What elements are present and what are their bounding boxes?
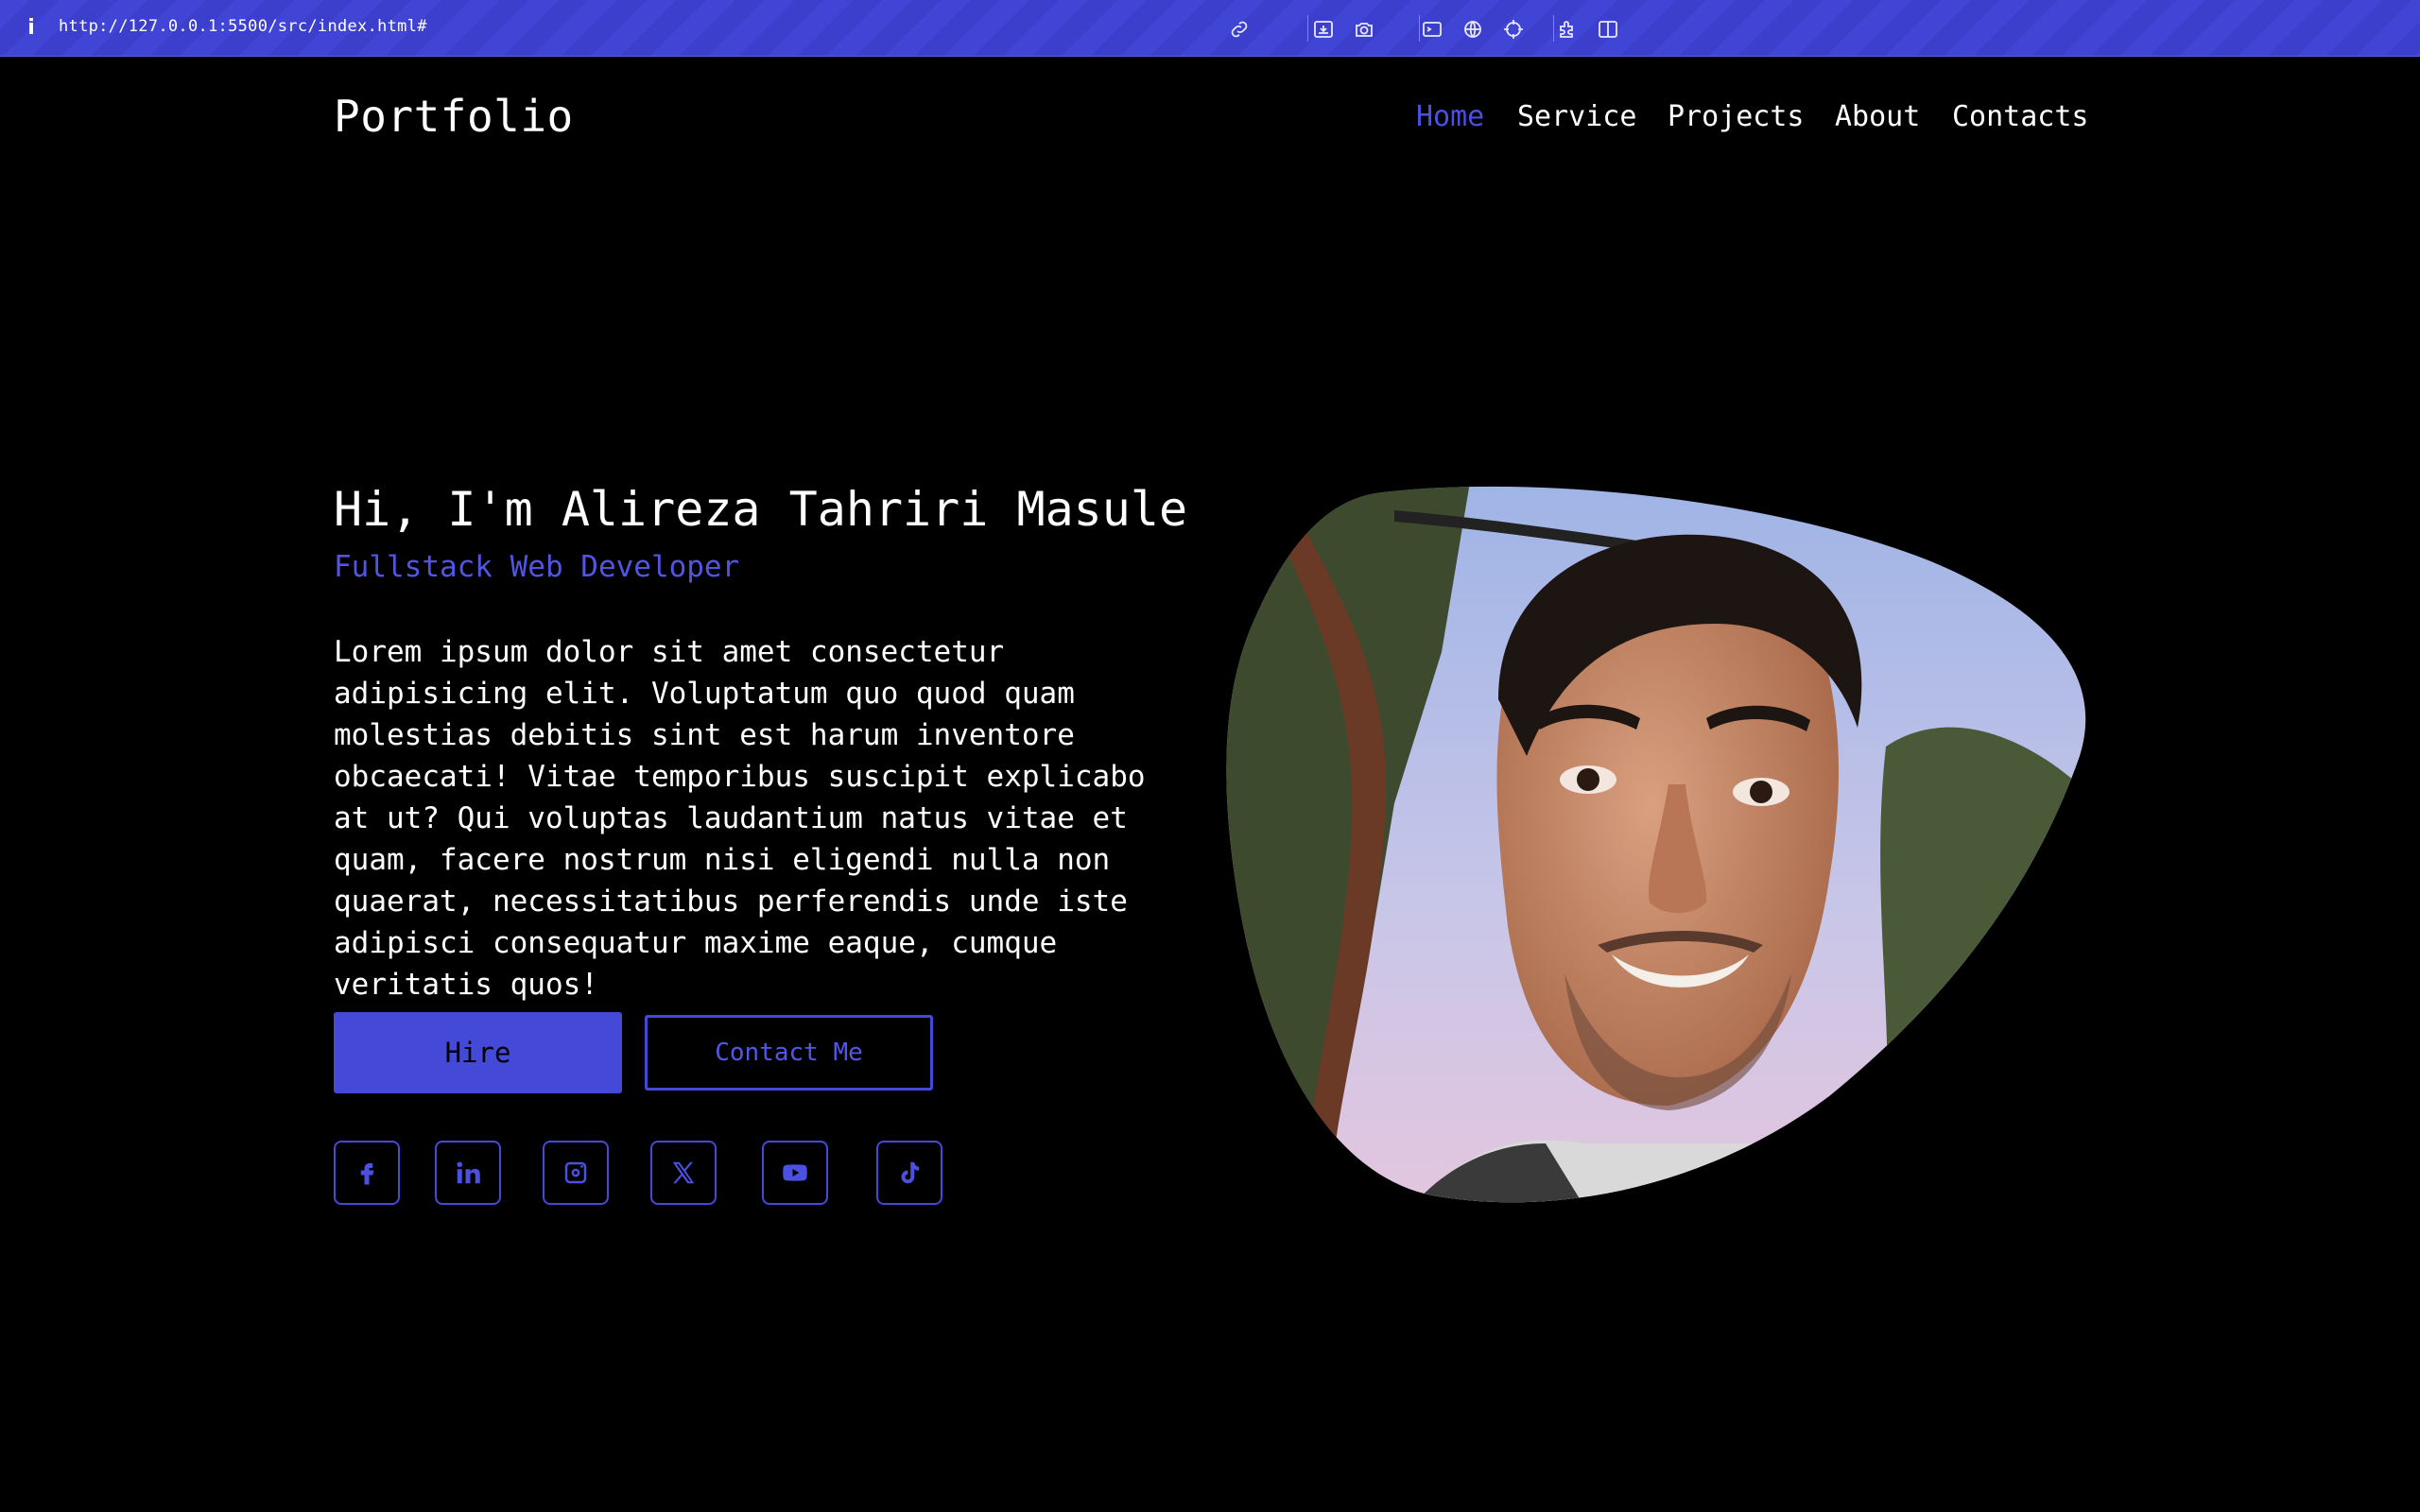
crosshair-icon[interactable]	[1501, 17, 1526, 42]
x-link[interactable]	[650, 1141, 717, 1205]
tiktok-link[interactable]	[876, 1141, 942, 1205]
terminal-icon[interactable]	[1420, 17, 1444, 42]
nav-contacts[interactable]: Contacts	[1952, 100, 2089, 133]
toolbar-divider	[1553, 15, 1554, 42]
browser-toolbar: i http://127.0.0.1:5500/src/index.html#	[0, 0, 2420, 57]
info-icon[interactable]: i	[25, 15, 38, 42]
camera-icon[interactable]	[1352, 17, 1376, 42]
hire-button[interactable]: Hire	[334, 1012, 622, 1093]
url-text[interactable]: http://127.0.0.1:5500/src/index.html#	[59, 17, 427, 36]
hero-title: Hi, I'm Alireza Tahriri Masule	[334, 482, 1188, 537]
extensions-icon[interactable]	[1556, 17, 1581, 42]
tiktok-icon	[901, 1161, 920, 1184]
sidebar-icon[interactable]	[1596, 17, 1620, 42]
instagram-link[interactable]	[543, 1141, 609, 1205]
linkedin-link[interactable]	[435, 1141, 501, 1205]
x-icon	[672, 1161, 695, 1184]
profile-photo	[1224, 482, 2089, 1205]
hero-description: Lorem ipsum dolor sit amet consectetur a…	[334, 635, 1146, 1002]
nav-projects[interactable]: Projects	[1668, 100, 1805, 133]
profile-photo-blob	[1226, 486, 2086, 1203]
link-icon[interactable]	[1227, 17, 1252, 42]
nav-service[interactable]: Service	[1517, 100, 1636, 133]
download-icon[interactable]	[1311, 17, 1336, 42]
globe-icon[interactable]	[1461, 17, 1485, 42]
main-nav: Home Service Projects About Contacts	[0, 100, 2420, 138]
instagram-icon	[564, 1161, 587, 1184]
youtube-link[interactable]	[762, 1141, 828, 1205]
facebook-link[interactable]	[334, 1141, 400, 1205]
linkedin-icon	[457, 1161, 480, 1184]
toolbar-divider	[1307, 15, 1308, 42]
nav-home[interactable]: Home	[1416, 100, 1484, 133]
nav-about[interactable]: About	[1835, 100, 1920, 133]
hero-subtitle: Fullstack Web Developer	[334, 550, 740, 584]
youtube-icon	[783, 1164, 807, 1181]
contact-me-button[interactable]: Contact Me	[645, 1015, 933, 1091]
facebook-icon	[360, 1163, 374, 1185]
